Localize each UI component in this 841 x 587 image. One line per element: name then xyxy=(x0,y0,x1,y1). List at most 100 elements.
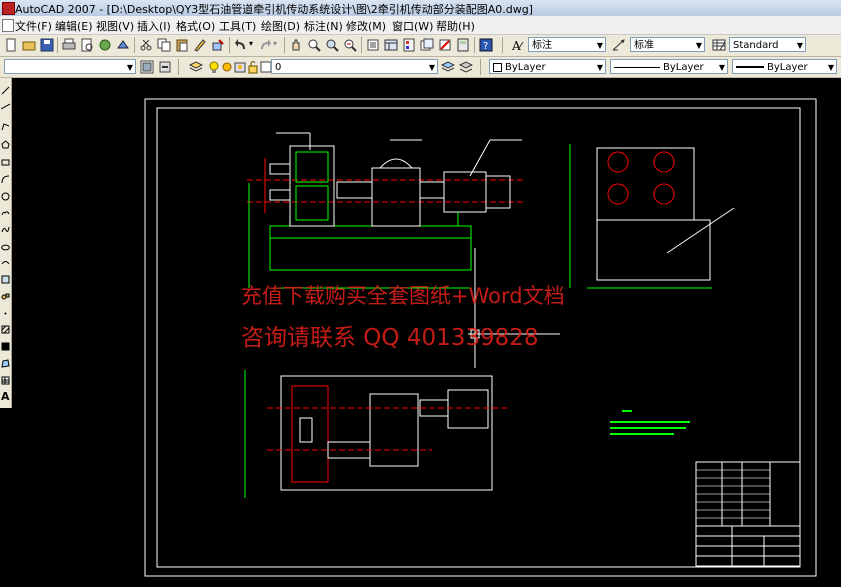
zoom-window-icon[interactable] xyxy=(325,38,339,52)
zoom-previous-icon[interactable] xyxy=(343,38,357,52)
3d-dwf-icon[interactable] xyxy=(116,38,130,52)
save-icon[interactable] xyxy=(40,38,54,52)
redo-icon[interactable] xyxy=(258,38,272,52)
document-icon[interactable] xyxy=(2,19,14,32)
toolbar-separator xyxy=(474,37,475,53)
menu-draw[interactable]: 绘图(D) xyxy=(261,18,300,34)
point-icon[interactable] xyxy=(1,309,10,318)
revision-cloud-icon[interactable] xyxy=(1,209,10,218)
dimension-style-select[interactable]: 标准 ▼ xyxy=(630,37,705,52)
spline-icon[interactable] xyxy=(1,225,10,234)
polyline-icon[interactable] xyxy=(1,122,10,131)
tool-palettes-icon[interactable] xyxy=(402,38,416,52)
standard-toolbar: ▾ ▾ ? A 标注 ▼ 标准 ▼ Standard ▼ xyxy=(0,35,841,57)
layer-on-bulb-icon[interactable] xyxy=(207,60,221,74)
layer-previous-icon[interactable] xyxy=(158,60,172,74)
layer-properties-manager-icon[interactable] xyxy=(189,60,203,74)
menu-dimension[interactable]: 标注(N) xyxy=(304,18,343,34)
dimension-style-value: 标准 xyxy=(634,40,654,51)
make-block-icon[interactable] xyxy=(1,292,10,301)
menu-help[interactable]: 帮助(H) xyxy=(436,18,475,34)
table-icon[interactable] xyxy=(1,376,10,385)
match-layer-icon[interactable] xyxy=(140,60,154,74)
table-style-value: Standard xyxy=(733,40,779,51)
pan-icon[interactable] xyxy=(289,38,303,52)
chevron-down-icon: ▼ xyxy=(596,41,603,50)
print-icon[interactable] xyxy=(62,38,76,52)
text-style-select[interactable]: 标注 ▼ xyxy=(528,37,606,52)
lineweight-control-value: ByLayer xyxy=(767,62,808,73)
arc-icon[interactable] xyxy=(1,175,10,184)
watermark-line-1: 充值下载购买全套图纸+Word文档 xyxy=(241,284,565,308)
undo-dropdown-icon[interactable]: ▾ xyxy=(249,39,253,48)
layer-viewport-icon[interactable] xyxy=(233,60,247,74)
publish-icon[interactable] xyxy=(98,38,112,52)
menu-tools[interactable]: 工具(T) xyxy=(219,18,256,34)
color-control-value: ByLayer xyxy=(505,62,546,73)
menu-insert[interactable]: 插入(I) xyxy=(137,18,171,34)
toolbar-separator xyxy=(502,37,503,53)
design-center-icon[interactable] xyxy=(384,38,398,52)
hatch-icon[interactable] xyxy=(1,325,10,334)
block-editor-icon[interactable] xyxy=(211,38,225,52)
layer-previous-state-icon[interactable] xyxy=(459,60,473,74)
undo-icon[interactable] xyxy=(234,38,248,52)
sheet-set-manager-icon[interactable] xyxy=(420,38,434,52)
menu-window[interactable]: 窗口(W) xyxy=(392,18,433,34)
zoom-realtime-icon[interactable] xyxy=(307,38,321,52)
plot-preview-icon[interactable] xyxy=(80,38,94,52)
text-style-icon[interactable]: A xyxy=(510,38,524,52)
dimension-style-icon[interactable] xyxy=(612,38,626,52)
polygon-icon[interactable] xyxy=(1,140,10,149)
cut-icon[interactable] xyxy=(139,38,153,52)
toolbar-separator xyxy=(284,37,285,53)
make-object-layer-current-icon[interactable] xyxy=(441,60,455,74)
color-control-select[interactable]: ByLayer ▼ xyxy=(489,59,606,74)
circle-icon[interactable] xyxy=(1,192,10,201)
match-properties-icon[interactable] xyxy=(193,38,207,52)
ellipse-icon[interactable] xyxy=(1,243,10,252)
paste-icon[interactable] xyxy=(175,38,189,52)
ellipse-arc-icon[interactable] xyxy=(1,259,10,268)
markup-set-manager-icon[interactable] xyxy=(438,38,452,52)
window-title: AutoCAD 2007 - [D:\Desktop\QY3型石油管道牵引机传动… xyxy=(15,3,533,16)
menu-edit[interactable]: 编辑(E) xyxy=(55,18,93,34)
toolbar-separator xyxy=(178,59,179,75)
color-swatch-icon xyxy=(493,62,502,72)
table-style-icon[interactable] xyxy=(712,38,726,52)
toolbar-separator xyxy=(57,37,58,53)
rectangle-icon[interactable] xyxy=(1,158,10,167)
menu-modify[interactable]: 修改(M) xyxy=(346,18,386,34)
toolbar-separator xyxy=(480,59,481,75)
chevron-down-icon: ▼ xyxy=(695,41,702,50)
svg-text:?: ? xyxy=(483,41,488,52)
layer-thaw-sun-icon[interactable] xyxy=(220,60,234,74)
text-style-value: 标注 xyxy=(532,40,552,51)
help-icon[interactable]: ? xyxy=(479,38,493,52)
open-icon[interactable] xyxy=(22,38,36,52)
lineweight-control-select[interactable]: ByLayer ▼ xyxy=(732,59,837,74)
workspace-select[interactable]: ▼ xyxy=(4,59,136,74)
copy-icon[interactable] xyxy=(157,38,171,52)
menu-view[interactable]: 视图(V) xyxy=(96,18,134,34)
layer-select[interactable]: 0 ▼ xyxy=(271,59,438,74)
chevron-down-icon: ▼ xyxy=(827,63,834,72)
construction-line-icon[interactable] xyxy=(1,102,10,111)
menu-format[interactable]: 格式(O) xyxy=(176,18,215,34)
multiline-text-icon[interactable]: A xyxy=(1,391,10,402)
linetype-control-value: ByLayer xyxy=(663,62,704,73)
new-icon[interactable] xyxy=(4,38,18,52)
region-icon[interactable] xyxy=(1,359,10,368)
properties-icon[interactable] xyxy=(366,38,380,52)
autocad-app-icon[interactable] xyxy=(2,2,15,15)
linetype-control-select[interactable]: ByLayer ▼ xyxy=(610,59,728,74)
redo-dropdown-icon[interactable]: ▾ xyxy=(273,39,277,48)
menu-file[interactable]: 文件(F) xyxy=(15,18,52,34)
table-style-select[interactable]: Standard ▼ xyxy=(729,37,806,52)
quickcalc-icon[interactable] xyxy=(456,38,470,52)
insert-block-icon[interactable] xyxy=(1,275,10,284)
gradient-icon[interactable] xyxy=(1,342,10,351)
line-icon[interactable] xyxy=(1,86,10,95)
title-bar: AutoCAD 2007 - [D:\Desktop\QY3型石油管道牵引机传动… xyxy=(0,0,841,17)
layer-unlock-icon[interactable] xyxy=(246,60,260,74)
